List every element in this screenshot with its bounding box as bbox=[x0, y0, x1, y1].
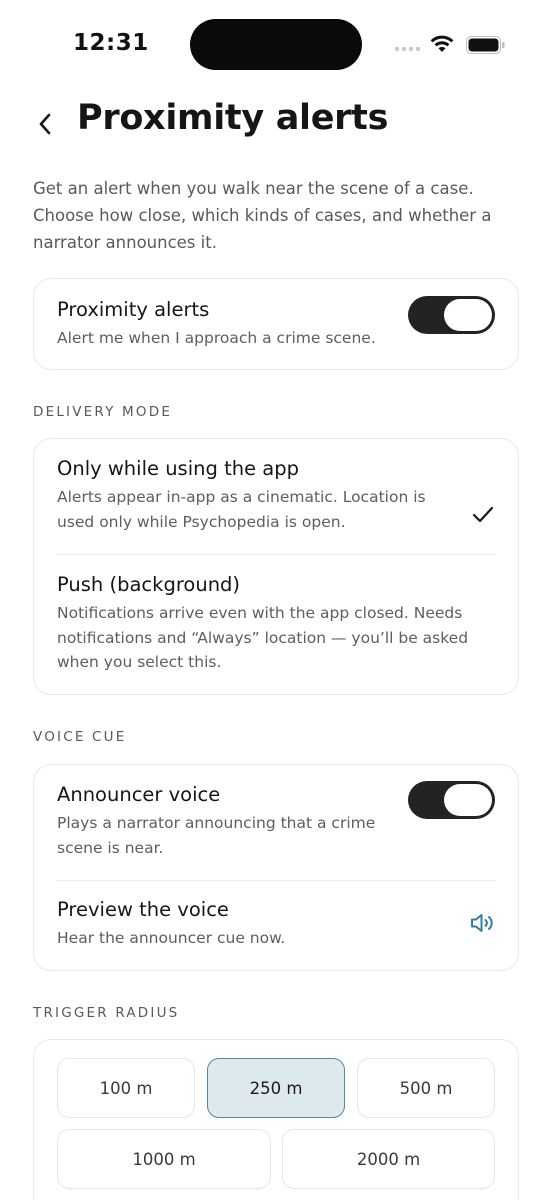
header: Proximity alerts bbox=[0, 96, 552, 152]
delivery-option-subtitle: Alerts appear in-app as a cinematic. Loc… bbox=[57, 488, 426, 531]
radius-option-250[interactable]: 250 m bbox=[207, 1058, 345, 1118]
radius-option-2000[interactable]: 2000 m bbox=[282, 1129, 495, 1189]
divider bbox=[57, 880, 495, 881]
dynamic-island bbox=[190, 19, 362, 70]
preview-voice-title: Preview the voice bbox=[57, 898, 229, 921]
radius-option-100[interactable]: 100 m bbox=[57, 1058, 195, 1118]
delivery-option-title: Only while using the app bbox=[57, 457, 299, 480]
delivery-mode-label: DELIVERY MODE bbox=[33, 404, 173, 420]
preview-voice-row[interactable]: Preview the voice Hear the announcer cue… bbox=[34, 898, 520, 951]
checkmark-icon bbox=[472, 506, 494, 523]
delivery-option-title: Push (background) bbox=[57, 573, 241, 596]
radius-option-500[interactable]: 500 m bbox=[357, 1058, 495, 1118]
chevron-left-icon bbox=[39, 113, 51, 135]
trigger-radius-label: TRIGGER RADIUS bbox=[33, 1005, 180, 1021]
divider bbox=[57, 554, 495, 555]
intro-text: Get an alert when you walk near the scen… bbox=[33, 179, 492, 252]
cellular-signal-icon bbox=[395, 47, 420, 51]
delivery-mode-card: Only while using the app Alerts appear i… bbox=[33, 438, 519, 695]
delivery-option-subtitle: Notifications arrive even with the app c… bbox=[57, 604, 469, 671]
trigger-radius-card: 100 m 250 m 500 m 1000 m 2000 m bbox=[33, 1039, 519, 1200]
voice-cue-label: VOICE CUE bbox=[33, 729, 127, 745]
battery-icon bbox=[466, 36, 505, 54]
proximity-alerts-card: Proximity alerts Alert me when I approac… bbox=[33, 278, 519, 370]
status-bar: 12:31 bbox=[0, 0, 552, 90]
back-button[interactable] bbox=[30, 106, 60, 142]
wifi-icon bbox=[430, 35, 454, 52]
delivery-option-push[interactable]: Push (background) Notifications arrive e… bbox=[34, 573, 520, 675]
delivery-option-in-app[interactable]: Only while using the app Alerts appear i… bbox=[34, 457, 520, 534]
preview-voice-subtitle: Hear the announcer cue now. bbox=[57, 929, 286, 947]
status-time: 12:31 bbox=[73, 30, 149, 56]
proximity-alerts-toggle[interactable] bbox=[408, 296, 495, 334]
radius-option-1000[interactable]: 1000 m bbox=[57, 1129, 271, 1189]
voice-cue-card: Announcer voice Plays a narrator announc… bbox=[33, 764, 519, 971]
announcer-voice-toggle[interactable] bbox=[408, 781, 495, 819]
page-title: Proximity alerts bbox=[77, 98, 389, 138]
speaker-icon[interactable] bbox=[469, 911, 497, 935]
announcer-voice-subtitle: Plays a narrator announcing that a crime… bbox=[57, 814, 376, 857]
